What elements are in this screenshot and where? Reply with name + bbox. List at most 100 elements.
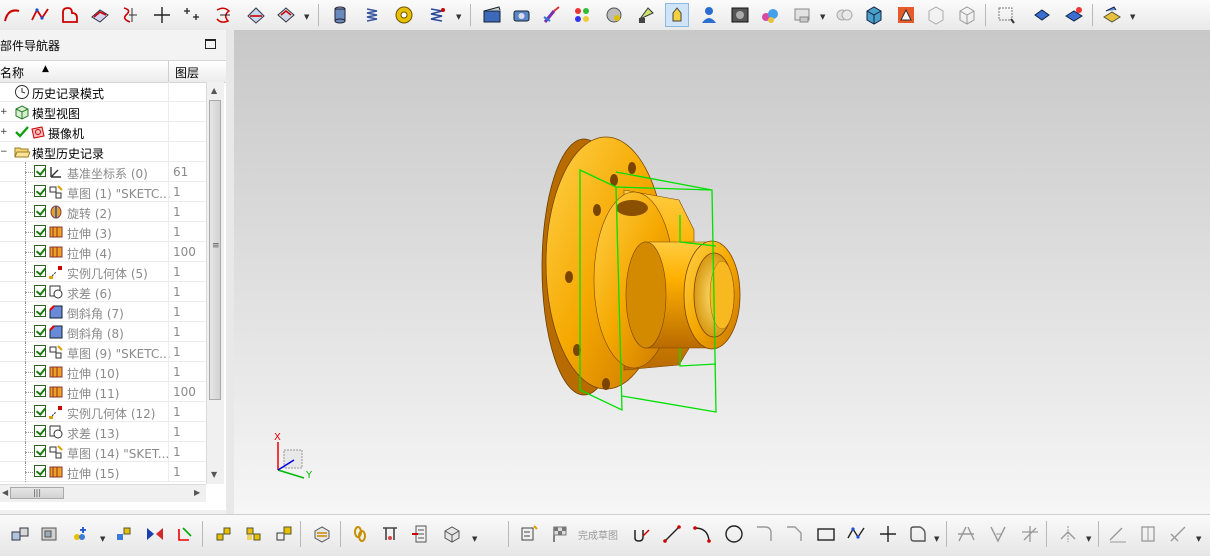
- dropdown-arrow-icon[interactable]: ▼: [456, 13, 461, 21]
- make-corner-icon[interactable]: [1018, 522, 1042, 546]
- finish-sketch-label[interactable]: 完成草图: [578, 527, 618, 542]
- visibility-checkbox[interactable]: [34, 185, 46, 197]
- expand-plus-icon[interactable]: +: [0, 127, 8, 137]
- feature-row[interactable]: 草图 (9) "SKETC... 1: [0, 342, 206, 362]
- visibility-checkbox[interactable]: [34, 405, 46, 417]
- circle-icon[interactable]: [722, 522, 746, 546]
- assembly-tree-icon[interactable]: [8, 522, 32, 546]
- studio-render-icon[interactable]: [894, 3, 918, 27]
- visibility-checkbox[interactable]: [34, 265, 46, 277]
- mirror-assembly-icon[interactable]: [143, 522, 167, 546]
- array-component-icon[interactable]: [212, 522, 236, 546]
- sequence-icon[interactable]: [408, 522, 432, 546]
- visibility-checkbox[interactable]: [34, 205, 46, 217]
- dimension-icon[interactable]: [1106, 522, 1130, 546]
- profile-icon[interactable]: [630, 522, 654, 546]
- quick-extend-icon[interactable]: [986, 522, 1010, 546]
- arc-tool-icon[interactable]: [0, 3, 24, 27]
- feature-row[interactable]: 实例几何体 (12) 1: [0, 402, 206, 422]
- static-wireframe-icon[interactable]: [955, 3, 979, 27]
- shaded-cube-icon[interactable]: [862, 3, 886, 27]
- hidden-edges-icon[interactable]: [924, 3, 948, 27]
- feature-row[interactable]: 旋转 (2) 1: [0, 202, 206, 222]
- graphics-viewport[interactable]: X Y: [234, 30, 1210, 514]
- spring-tool-icon[interactable]: [426, 3, 450, 27]
- visibility-checkbox[interactable]: [34, 245, 46, 257]
- visibility-checkbox[interactable]: [34, 465, 46, 477]
- collapse-minus-icon[interactable]: −: [0, 147, 8, 157]
- studio-spline-icon[interactable]: [28, 3, 52, 27]
- section-curve-icon[interactable]: [244, 3, 268, 27]
- tree-row-cameras[interactable]: + 摄像机: [0, 122, 206, 142]
- visibility-checkbox[interactable]: [34, 325, 46, 337]
- scene-spheres-icon[interactable]: [758, 3, 782, 27]
- scroll-down-arrow-icon[interactable]: ▼: [211, 470, 217, 479]
- replace-component-icon[interactable]: [242, 522, 266, 546]
- rectangle-icon[interactable]: [814, 522, 838, 546]
- visibility-checkbox[interactable]: [34, 425, 46, 437]
- dropdown-arrow-icon[interactable]: ▼: [100, 535, 105, 543]
- feature-row[interactable]: 拉伸 (15) 1: [0, 462, 206, 482]
- column-header-name[interactable]: 名称: [0, 64, 24, 81]
- dropdown-arrow-icon[interactable]: ▼: [1196, 535, 1201, 543]
- spotlight-icon[interactable]: [634, 3, 658, 27]
- visibility-checkbox[interactable]: [34, 445, 46, 457]
- visibility-checkbox[interactable]: [34, 225, 46, 237]
- line-icon[interactable]: [660, 522, 684, 546]
- feature-row[interactable]: 草图 (1) "SKETC... 1: [0, 182, 206, 202]
- helix-spring-icon[interactable]: [360, 3, 384, 27]
- vertical-scrollbar[interactable]: ▲ ≡ ▼: [206, 82, 224, 484]
- column-divider[interactable]: [168, 61, 169, 82]
- shading-mode-icon[interactable]: [790, 3, 814, 27]
- finish-sketch-flag-icon[interactable]: [548, 522, 572, 546]
- tree-row-history-mode[interactable]: 历史记录模式: [0, 82, 206, 102]
- visibility-checkbox[interactable]: [34, 285, 46, 297]
- expand-plus-icon[interactable]: +: [0, 107, 8, 117]
- point-set-icon[interactable]: [180, 3, 204, 27]
- fillet-icon[interactable]: [752, 522, 776, 546]
- background-image-icon[interactable]: [728, 3, 752, 27]
- tree-row-model-views[interactable]: + 模型视图: [0, 102, 206, 122]
- user-person-icon[interactable]: [697, 3, 721, 27]
- constraint-icon[interactable]: [173, 522, 197, 546]
- feature-row[interactable]: 实例几何体 (5) 1: [0, 262, 206, 282]
- extract-curve-icon[interactable]: [274, 3, 298, 27]
- visibility-checkbox[interactable]: [34, 165, 46, 177]
- exploded-view-icon[interactable]: [310, 522, 334, 546]
- point-icon[interactable]: [876, 522, 900, 546]
- tree-row-model-history[interactable]: − 模型历史记录: [0, 142, 206, 162]
- sketch-task-icon[interactable]: [518, 522, 542, 546]
- sort-ascending-icon[interactable]: ▲: [42, 64, 49, 74]
- move-component-icon[interactable]: [112, 522, 136, 546]
- chain-link-icon[interactable]: [348, 522, 372, 546]
- arrangement-icon[interactable]: [440, 522, 464, 546]
- feature-row[interactable]: 基准坐标系 (0) 61: [0, 162, 206, 182]
- visibility-checkbox[interactable]: [34, 365, 46, 377]
- scroll-up-arrow-icon[interactable]: ▲: [211, 86, 217, 95]
- view-triad-icon[interactable]: [1030, 3, 1054, 27]
- orient-view-icon[interactable]: [1062, 3, 1086, 27]
- column-header-layer[interactable]: 图层: [175, 64, 199, 81]
- gear-wheel-icon[interactable]: [392, 3, 416, 27]
- quick-trim-icon[interactable]: [954, 522, 978, 546]
- scroll-left-arrow-icon[interactable]: ◀: [2, 488, 8, 497]
- offset-icon[interactable]: [906, 522, 930, 546]
- dropdown-arrow-icon[interactable]: ▼: [304, 13, 309, 21]
- feature-row[interactable]: 拉伸 (4) 100: [0, 242, 206, 262]
- layer-settings-icon[interactable]: [1100, 3, 1124, 27]
- camera-icon[interactable]: [510, 3, 534, 27]
- panel-splitter[interactable]: [226, 30, 234, 514]
- polyline-icon[interactable]: [844, 522, 868, 546]
- zoom-window-icon[interactable]: [994, 3, 1018, 27]
- arc-icon[interactable]: [690, 522, 714, 546]
- dropdown-arrow-icon[interactable]: ▼: [1086, 535, 1091, 543]
- feature-row[interactable]: 拉伸 (3) 1: [0, 222, 206, 242]
- wireframe-icon[interactable]: [832, 3, 856, 27]
- horizontal-scrollbar[interactable]: ◀ ||| ▶: [0, 484, 206, 502]
- add-component-icon[interactable]: [68, 522, 92, 546]
- vertical-constraint-icon[interactable]: [1136, 522, 1160, 546]
- scroll-right-arrow-icon[interactable]: ▶: [194, 488, 200, 497]
- maximize-icon[interactable]: [205, 39, 216, 49]
- brush-paint-icon[interactable]: [540, 3, 564, 27]
- dropdown-arrow-icon[interactable]: ▼: [820, 13, 825, 21]
